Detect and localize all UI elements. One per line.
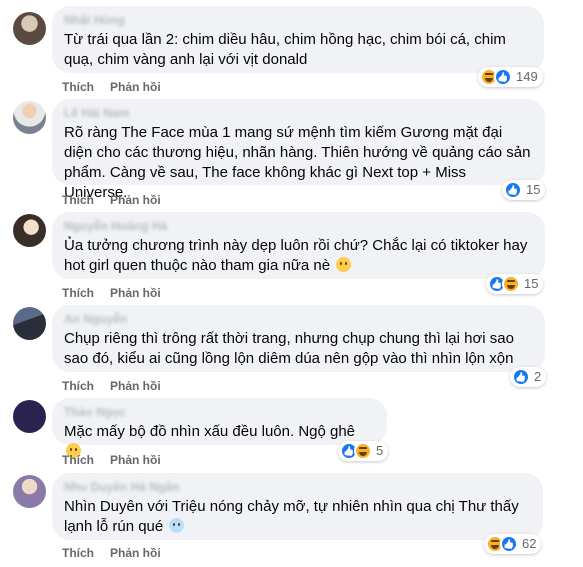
reply-button[interactable]: Phản hồi <box>110 80 161 94</box>
like-button[interactable]: Thích <box>62 193 94 207</box>
avatar[interactable] <box>13 307 46 340</box>
avatar[interactable] <box>13 400 46 433</box>
reaction-count: 62 <box>522 536 537 551</box>
like-button[interactable]: Thích <box>62 379 94 393</box>
comment-author[interactable]: Lê Hải Nam <box>64 106 533 121</box>
comment-text: Từ trái qua lần 2: chim diều hâu, chim h… <box>64 31 506 68</box>
comment-actions: Thích Phản hồi <box>62 452 177 468</box>
comment-bubble: Thảo Ngọc Mặc mấy bộ đồ nhìn xấu đều luô… <box>52 398 387 458</box>
reaction-summary[interactable]: 5 <box>338 441 389 461</box>
reaction-summary[interactable]: 149 <box>478 67 543 87</box>
comment-text-body: Nhìn Duyên với Triệu nóng chảy mỡ, tự nh… <box>64 498 519 535</box>
comment-actions: Thích Phản hồi <box>62 378 177 394</box>
comment-actions: Thích Phản hồi <box>62 545 177 561</box>
comment-actions: Thích Phản hồi <box>62 79 177 95</box>
like-button[interactable]: Thích <box>62 453 94 467</box>
comment-bubble: Nguyễn Hoàng Hà Ủa tưởng chương trình nà… <box>52 212 545 279</box>
comment-bubble: Lê Hải Nam Rõ ràng The Face mùa 1 mang s… <box>52 99 545 201</box>
reaction-count: 5 <box>376 443 384 458</box>
like-icon <box>500 535 518 553</box>
comment-text-body: Ủa tưởng chương trình này dẹp luôn rồi c… <box>64 237 528 274</box>
avatar[interactable] <box>13 214 46 247</box>
haha-icon <box>502 275 520 293</box>
reply-button[interactable]: Phản hồi <box>110 453 161 467</box>
like-icon <box>512 368 530 386</box>
comment-text: Chụp riêng thì trông rất thời trang, như… <box>64 330 514 367</box>
like-button[interactable]: Thích <box>62 546 94 560</box>
like-button[interactable]: Thích <box>62 80 94 94</box>
comment-text: Rõ ràng The Face mùa 1 mang sứ mệnh tìm … <box>64 124 531 201</box>
comment-text: Nhìn Duyên với Triệu nóng chảy mỡ, tự nh… <box>64 497 531 537</box>
grin-sweat-emoji <box>336 257 352 272</box>
comment-author[interactable]: Nguyễn Hoàng Hà <box>64 219 533 234</box>
comment-author[interactable]: Thảo Ngọc <box>64 405 375 420</box>
avatar[interactable] <box>13 475 46 508</box>
like-button[interactable]: Thích <box>62 286 94 300</box>
reaction-count: 149 <box>516 69 538 84</box>
reaction-summary[interactable]: 15 <box>486 274 544 294</box>
like-icon <box>504 181 522 199</box>
comment-bubble: Nhu Duyên Hà Ngân Nhìn Duyên với Triệu n… <box>52 473 543 540</box>
reply-button[interactable]: Phản hồi <box>110 379 161 393</box>
cold-face-emoji <box>169 518 185 533</box>
comment-bubble: Nhật Hùng Từ trái qua lần 2: chim diều h… <box>52 6 544 73</box>
reaction-summary[interactable]: 62 <box>484 534 542 554</box>
comment-text-body: Mặc mấy bộ đồ nhìn xấu đều luôn. Ngộ ghê <box>64 423 356 440</box>
comment-author[interactable]: An Nguyễn <box>64 312 533 327</box>
comment-author[interactable]: Nhật Hùng <box>64 13 532 28</box>
reaction-summary[interactable]: 15 <box>502 180 546 200</box>
reply-button[interactable]: Phản hồi <box>110 546 161 560</box>
comment-bubble: An Nguyễn Chụp riêng thì trông rất thời … <box>52 305 545 372</box>
avatar[interactable] <box>13 12 46 45</box>
reaction-count: 15 <box>524 276 539 291</box>
reaction-count: 15 <box>526 182 541 197</box>
reaction-summary[interactable]: 2 <box>510 367 547 387</box>
comment-author[interactable]: Nhu Duyên Hà Ngân <box>64 480 531 495</box>
haha-icon <box>354 442 372 460</box>
reply-button[interactable]: Phản hồi <box>110 286 161 300</box>
comment-actions: Thích Phản hồi <box>62 285 177 301</box>
comment-text: Ủa tưởng chương trình này dẹp luôn rồi c… <box>64 236 533 276</box>
avatar[interactable] <box>13 101 46 134</box>
comment-actions: Thích Phản hồi <box>62 192 177 208</box>
reply-button[interactable]: Phản hồi <box>110 193 161 207</box>
reaction-count: 2 <box>534 369 542 384</box>
like-icon <box>494 68 512 86</box>
